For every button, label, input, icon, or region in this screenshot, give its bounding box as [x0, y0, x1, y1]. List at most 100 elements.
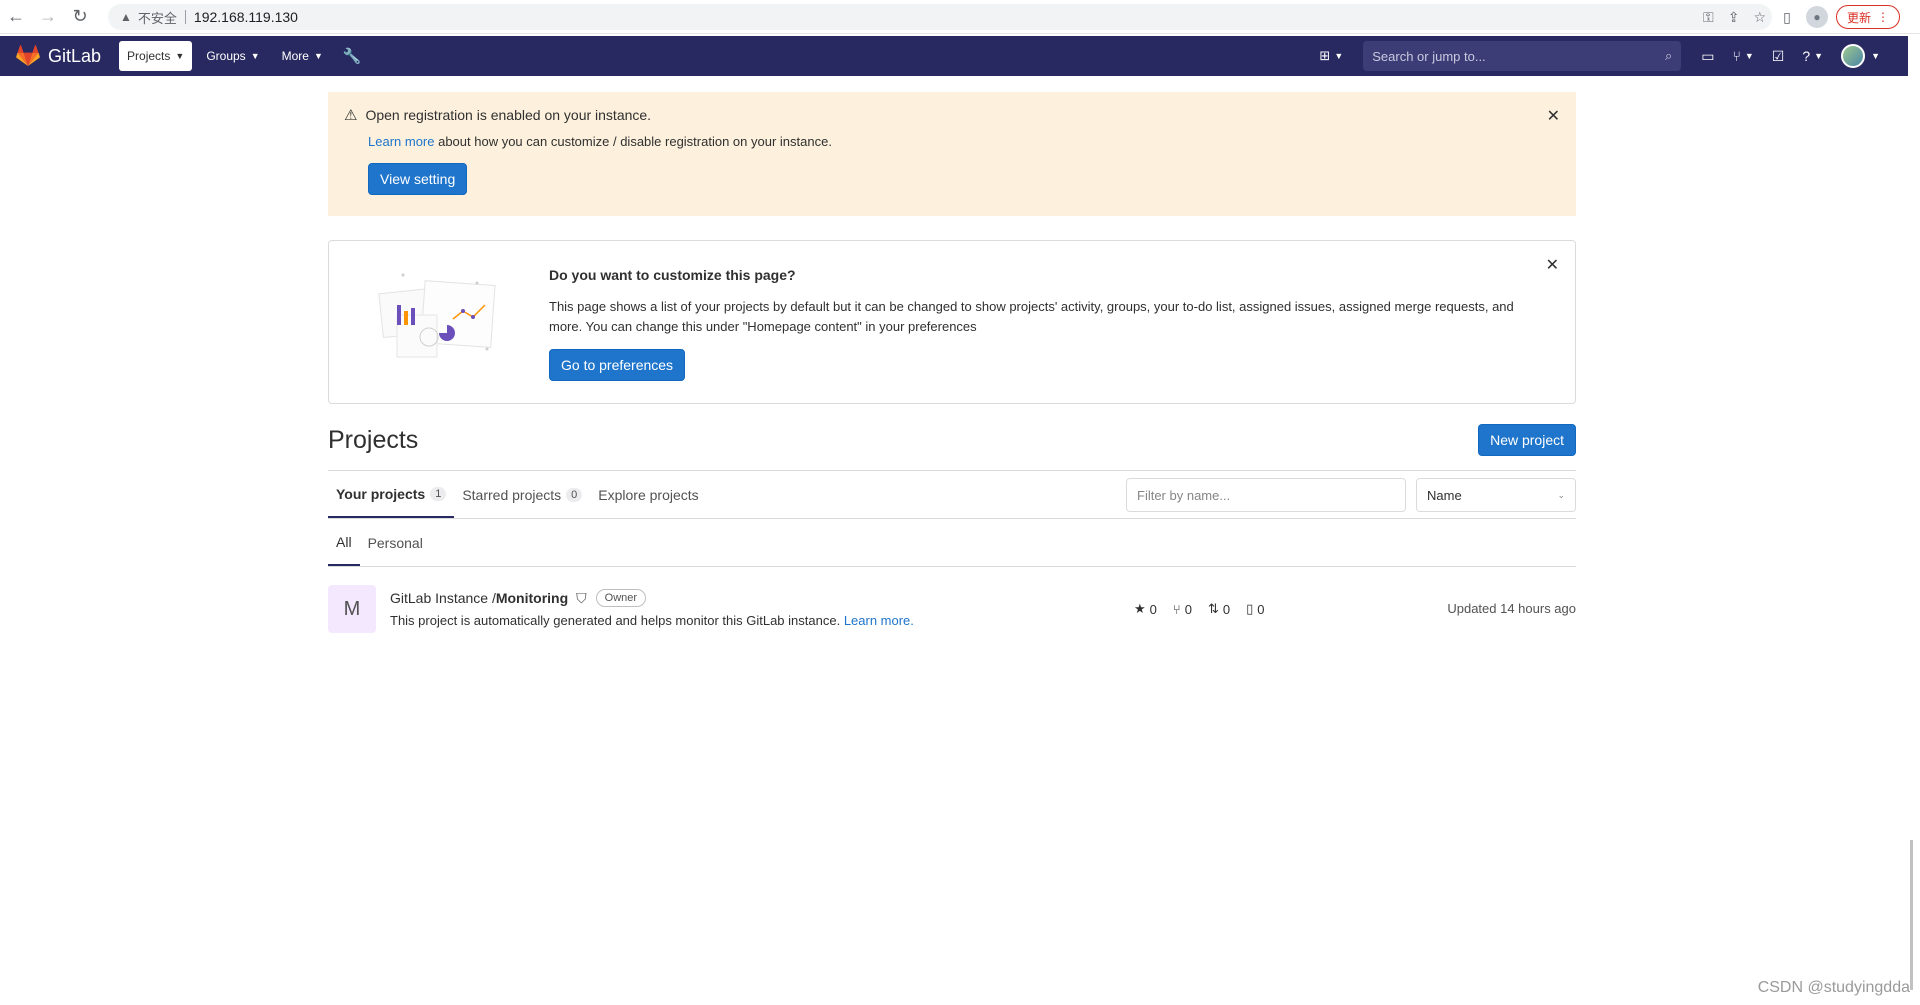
merge-requests-dropdown[interactable]: ⑂ ▼	[1732, 48, 1753, 64]
plus-square-icon: ⊞	[1319, 48, 1331, 63]
navbar-right: ⊞ ▼ Search or jump to... ⌕ ▭ ⑂ ▼ ☑ ? ▼ ▼	[1319, 36, 1880, 76]
filter-controls: Filter by name... Name ⌄	[1126, 478, 1576, 512]
nav-groups-dropdown[interactable]: Groups ▼	[198, 41, 267, 71]
merge-requests-count[interactable]: ⇅ 0	[1208, 601, 1230, 617]
update-button[interactable]: 更新 ⋮	[1836, 5, 1901, 29]
project-stats: ★ 0 ⑂ 0 ⇅ 0 ▯ 0	[1134, 601, 1264, 617]
customize-illustration	[367, 253, 537, 393]
gitlab-logo-icon	[16, 45, 40, 66]
tab-explore-projects[interactable]: Explore projects	[590, 471, 706, 518]
project-title-link[interactable]: GitLab Instance / Monitoring ⛉ Owner	[390, 589, 914, 607]
merge-requests-value: 0	[1222, 601, 1231, 617]
project-learn-more-link[interactable]: Learn more.	[844, 613, 914, 628]
chevron-down-icon: ▼	[250, 51, 260, 61]
subtab-personal[interactable]: Personal	[360, 519, 431, 566]
projects-header: Projects New project	[328, 424, 1576, 456]
url-text[interactable]: 192.168.119.130	[194, 9, 298, 25]
forks-count[interactable]: ⑂ 0	[1173, 601, 1192, 617]
star-icon: ★	[1134, 601, 1146, 616]
callout-heading: Do you want to customize this page?	[549, 267, 796, 283]
merge-request-icon: ⇅	[1207, 601, 1219, 616]
list-item: M GitLab Instance / Monitoring ⛉ Owner T…	[328, 585, 1576, 635]
address-separator	[184, 10, 186, 24]
star-bookmark-icon[interactable]: ☆	[1753, 9, 1766, 26]
arrow-right-icon: →	[39, 6, 57, 26]
main-content: ⚠ Open registration is enabled on your i…	[328, 92, 1576, 635]
nav-projects-dropdown[interactable]: Projects ▼	[119, 41, 193, 71]
tab-starred-projects[interactable]: Starred projects 0	[454, 471, 590, 518]
search-input[interactable]: Search or jump to... ⌕	[1363, 41, 1682, 71]
browser-toolbar: ← → ↻ ▲ 不安全 192.168.119.130 ⚿ ⇪ ☆ ▯ ● 更新…	[0, 0, 1920, 34]
alert-title: Open registration is enabled on your ins…	[365, 107, 652, 123]
address-bar[interactable]: ▲ 不安全 192.168.119.130 ⚿ ⇪ ☆	[108, 4, 1772, 30]
callout-description: This page shows a list of your projects …	[549, 299, 1514, 334]
view-setting-button[interactable]: View setting	[368, 163, 468, 195]
issue-icon: ▯	[1246, 601, 1254, 616]
count-badge: 1	[430, 486, 447, 501]
address-bar-actions: ⚿ ⇪ ☆	[1703, 4, 1766, 30]
alert-body: Learn more about how you can customize /…	[368, 134, 1562, 149]
admin-wrench-icon[interactable]: 🔧	[343, 47, 362, 65]
chevron-down-icon: ▼	[1744, 51, 1754, 61]
nav-more-label: More	[281, 49, 309, 63]
scrollbar-thumb[interactable]	[1910, 840, 1913, 990]
project-subtabs: All Personal	[328, 519, 1576, 567]
issues-icon[interactable]: ▭	[1701, 48, 1714, 65]
tab-your-projects[interactable]: Your projects 1	[328, 471, 455, 518]
watermark: CSDN @studyingdda	[1757, 979, 1910, 996]
reload-button[interactable]: ↻	[64, 0, 96, 34]
nav-groups-label: Groups	[206, 49, 246, 63]
chevron-down-icon: ▼	[313, 51, 323, 61]
brand-name: GitLab	[48, 45, 102, 66]
profile-icon[interactable]: ●	[1806, 6, 1828, 28]
arrow-left-icon: ←	[7, 6, 25, 26]
menu-dots-icon: ⋮	[1877, 10, 1890, 24]
gitlab-home-link[interactable]: GitLab	[16, 45, 101, 67]
filter-by-name-input[interactable]: Filter by name...	[1126, 478, 1406, 512]
tab-label: Your projects	[336, 485, 426, 502]
forward-button[interactable]: →	[32, 0, 64, 34]
security-label: 不安全	[137, 10, 177, 26]
help-dropdown[interactable]: ? ▼	[1802, 48, 1823, 64]
chevron-down-icon: ▼	[1871, 51, 1880, 61]
user-avatar	[1841, 44, 1866, 68]
todos-icon[interactable]: ☑	[1772, 48, 1785, 65]
forks-value: 0	[1184, 601, 1192, 617]
new-dropdown[interactable]: ⊞ ▼	[1319, 48, 1343, 64]
tab-label: Starred projects	[462, 486, 562, 503]
new-project-button[interactable]: New project	[1478, 424, 1576, 456]
side-panel-icon[interactable]: ▯	[1776, 6, 1798, 28]
merge-request-icon: ⑂	[1732, 48, 1741, 64]
project-avatar[interactable]: M	[328, 585, 376, 633]
share-icon[interactable]: ⇪	[1728, 9, 1740, 26]
gitlab-navbar: GitLab Projects ▼ Groups ▼ More ▼ 🔧 ⊞ ▼ Sear…	[0, 36, 1908, 76]
count-badge: 0	[566, 487, 583, 502]
back-button[interactable]: ←	[0, 0, 32, 34]
go-to-preferences-button[interactable]: Go to preferences	[549, 349, 686, 381]
registration-alert: ⚠ Open registration is enabled on your i…	[328, 92, 1576, 216]
close-icon[interactable]: ✕	[1546, 255, 1559, 275]
sort-dropdown[interactable]: Name ⌄	[1416, 478, 1576, 512]
filter-placeholder: Filter by name...	[1137, 487, 1231, 503]
search-icon: ⌕	[1664, 48, 1673, 63]
issues-count[interactable]: ▯ 0	[1246, 601, 1264, 617]
stars-count[interactable]: ★ 0	[1134, 601, 1157, 617]
tab-label: Explore projects	[598, 486, 699, 503]
subtab-all[interactable]: All	[328, 519, 360, 566]
key-icon[interactable]: ⚿	[1703, 9, 1714, 26]
learn-more-link[interactable]: Learn more	[368, 134, 434, 149]
nav-projects-label: Projects	[127, 49, 171, 63]
nav-more-dropdown[interactable]: More ▼	[274, 41, 331, 71]
user-menu-dropdown[interactable]: ▼	[1841, 44, 1880, 68]
project-namespace: GitLab Instance /	[390, 590, 496, 606]
issues-value: 0	[1257, 601, 1265, 617]
shield-icon: ⛉	[576, 589, 587, 606]
chart-illustration-icon	[378, 273, 496, 358]
close-icon[interactable]: ✕	[1547, 106, 1560, 126]
warning-icon: ⚠	[344, 107, 358, 124]
chevron-down-icon: ▼	[1814, 51, 1824, 61]
browser-actions: ▯ ● 更新 ⋮	[1776, 0, 1901, 34]
customize-callout: Do you want to customize this page? This…	[328, 240, 1576, 404]
search-placeholder: Search or jump to...	[1372, 48, 1486, 64]
project-name: Monitoring	[495, 590, 569, 606]
